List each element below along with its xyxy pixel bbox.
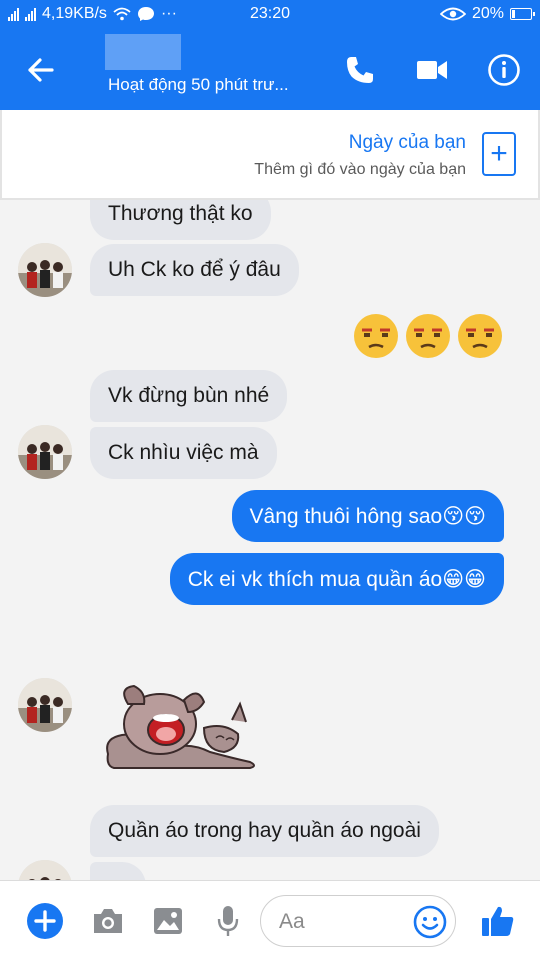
message-input[interactable]: Aa [260,895,456,947]
sticker-message[interactable] [100,682,260,777]
contact-name-redacted[interactable] [105,34,181,70]
message-list[interactable]: Thương thật ko Uh Ck ko để ý đâu Vk đừng… [0,200,540,880]
message-text: Quần áo trong hay quần áo ngoài [108,819,421,842]
battery-percent: 20% [471,5,504,22]
video-camera-icon [417,61,447,79]
unamused-face-icon [458,314,502,358]
avatar[interactable] [18,243,72,297]
avatar[interactable] [18,678,72,732]
composer-bar: Aa [0,880,540,960]
active-status: Hoạt động 50 phút trư... [108,75,289,94]
camera-button[interactable] [88,901,128,941]
camera-icon [94,909,122,933]
avatar[interactable] [18,860,72,880]
plus-circle-icon [27,903,63,939]
battery-fill [512,10,516,18]
emoji-message[interactable] [352,312,504,360]
status-bar: 4,19KB/s ··· 23:20 20% [0,0,540,30]
unamused-face-icon [406,314,450,358]
message-bubble[interactable]: Uh Ck ko để ý đâu [90,244,299,296]
banner-title: Ngày của bạn [348,132,466,153]
contact-photo [18,425,72,479]
message-bubble[interactable]: Quần áo trong hay quần áo ngoài [90,805,439,857]
eye-icon [439,7,466,21]
message-text: Ck ei vk thích mua quần áo😁😁 [187,567,486,591]
crying-dog-sticker [106,684,255,769]
phone-icon [347,57,373,83]
like-button[interactable] [478,901,518,941]
message-text: Vâng thuôi hông sao😚😚 [249,504,486,528]
contact-photo [18,243,72,297]
message-bubble-partial[interactable] [90,862,146,880]
video-call-button[interactable] [414,54,450,86]
avatar[interactable] [18,425,72,479]
message-text: Ck nhìu việc mà [108,441,259,464]
message-text: Uh Ck ko để ý đâu [108,258,281,281]
microphone-icon [217,906,239,936]
info-icon [488,54,520,86]
contact-photo [18,678,72,732]
voice-record-button[interactable] [208,901,248,941]
status-right: 20% [439,5,535,23]
conversation-info-button[interactable] [486,54,522,86]
message-bubble[interactable]: Vk đừng bùn nhé [90,370,288,422]
battery-icon [510,8,535,20]
unamused-face-icon [354,314,398,358]
add-to-day-button[interactable]: + [482,132,516,176]
your-day-banner[interactable]: Ngày của bạn Thêm gì đó vào ngày của bạn… [0,110,540,200]
chat-header: Hoạt động 50 phút trư... [0,30,540,110]
message-bubble[interactable]: Ck ei vk thích mua quần áo😁😁 [169,553,504,605]
voice-call-button[interactable] [342,54,378,86]
banner-subtitle: Thêm gì đó vào ngày của bạn [254,161,466,178]
message-bubble[interactable]: Vâng thuôi hông sao😚😚 [231,490,504,542]
message-bubble[interactable]: Thương thật ko [90,200,271,240]
more-actions-button[interactable] [25,901,65,941]
contact-photo [18,860,72,880]
thumbs-up-icon [482,906,514,936]
back-button[interactable] [22,52,62,88]
message-input-placeholder: Aa [279,910,305,933]
emoji-button[interactable] [413,905,447,939]
message-text: Vk đừng bùn nhé [108,384,270,407]
gallery-button[interactable] [148,901,188,941]
message-text: Thương thật ko [108,202,253,225]
arrow-left-icon [28,58,54,82]
image-icon [154,908,182,934]
message-bubble[interactable]: Ck nhìu việc mà [90,427,277,479]
